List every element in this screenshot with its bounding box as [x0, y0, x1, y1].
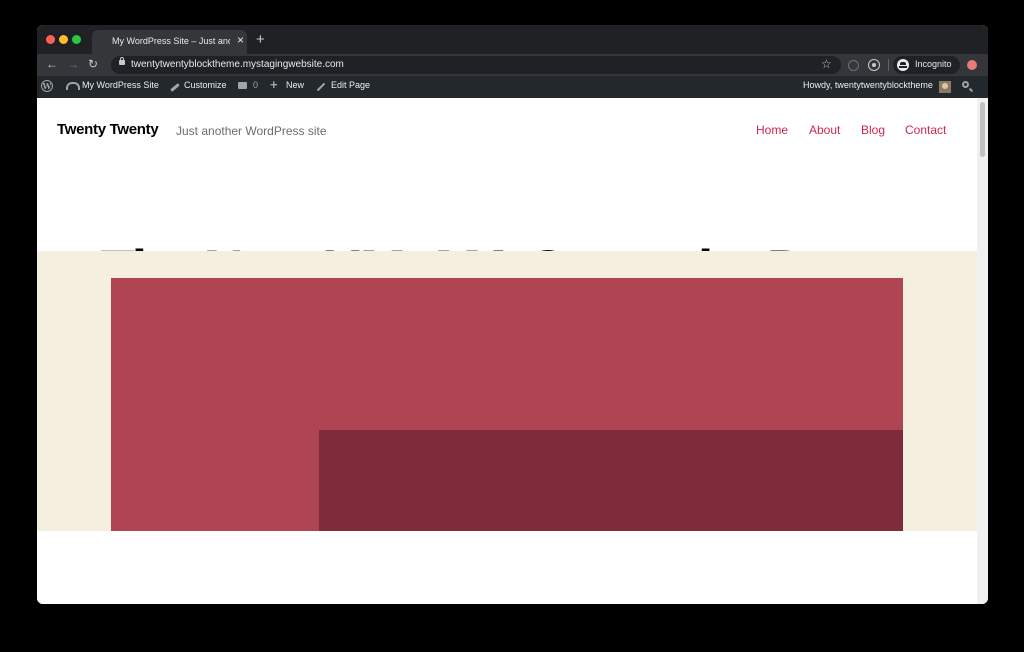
wp-admin-bar: W My WordPress Site Customize 0 + New Ed… — [37, 76, 988, 98]
plus-icon: + — [270, 77, 278, 92]
close-window-button[interactable] — [46, 35, 55, 44]
browser-window: My WordPress Site – Just another × + ← →… — [37, 25, 988, 604]
cover-block-area — [37, 98, 977, 604]
admin-site-name-link[interactable]: My WordPress Site — [82, 80, 159, 90]
howdy-account-link[interactable]: Howdy, twentytwentyblocktheme — [803, 80, 933, 90]
tab-title: My WordPress Site – Just another — [112, 36, 230, 46]
minimize-window-button[interactable] — [59, 35, 68, 44]
incognito-badge[interactable]: Incognito — [893, 56, 960, 74]
url-text[interactable]: twentytwentyblocktheme.mystagingwebsite.… — [131, 59, 344, 70]
dashboard-icon — [66, 82, 80, 90]
customize-link[interactable]: Customize — [184, 80, 227, 90]
browser-toolbar: ← → ↻ twentytwentyblocktheme.mystagingwe… — [37, 54, 988, 76]
forward-icon[interactable]: → — [67, 57, 79, 71]
tab-close-icon[interactable]: × — [237, 33, 244, 47]
comments-count-link[interactable]: 0 — [253, 80, 258, 90]
new-content-link[interactable]: New — [286, 80, 304, 90]
edit-page-link[interactable]: Edit Page — [331, 80, 370, 90]
target-extension-icon[interactable] — [868, 59, 880, 71]
wordpress-logo-icon[interactable]: W — [41, 80, 53, 92]
browser-tab[interactable]: My WordPress Site – Just another × — [92, 30, 247, 54]
incognito-label: Incognito — [915, 59, 952, 69]
scrollbar-thumb[interactable] — [980, 102, 985, 157]
pencil-icon — [316, 82, 326, 92]
lock-icon — [119, 57, 125, 65]
tab-strip: My WordPress Site – Just another × + — [37, 25, 988, 54]
star-icon[interactable]: ☆ — [821, 57, 832, 71]
incognito-icon — [897, 59, 909, 71]
extension-icon[interactable] — [848, 60, 859, 71]
customize-brush-icon — [170, 83, 180, 92]
reload-icon[interactable]: ↻ — [88, 57, 98, 71]
admin-search-icon[interactable] — [962, 81, 969, 88]
maximize-window-button[interactable] — [72, 35, 81, 44]
page-scrollbar[interactable] — [977, 98, 988, 604]
address-bar[interactable]: twentytwentyblocktheme.mystagingwebsite.… — [111, 56, 841, 74]
toolbar-divider — [888, 59, 889, 71]
featured-image-inner-block — [319, 430, 903, 531]
back-icon[interactable]: ← — [46, 57, 58, 71]
new-tab-button[interactable]: + — [256, 31, 265, 48]
comment-icon — [238, 82, 247, 89]
profile-icon[interactable] — [967, 60, 977, 70]
user-avatar[interactable] — [939, 81, 951, 93]
